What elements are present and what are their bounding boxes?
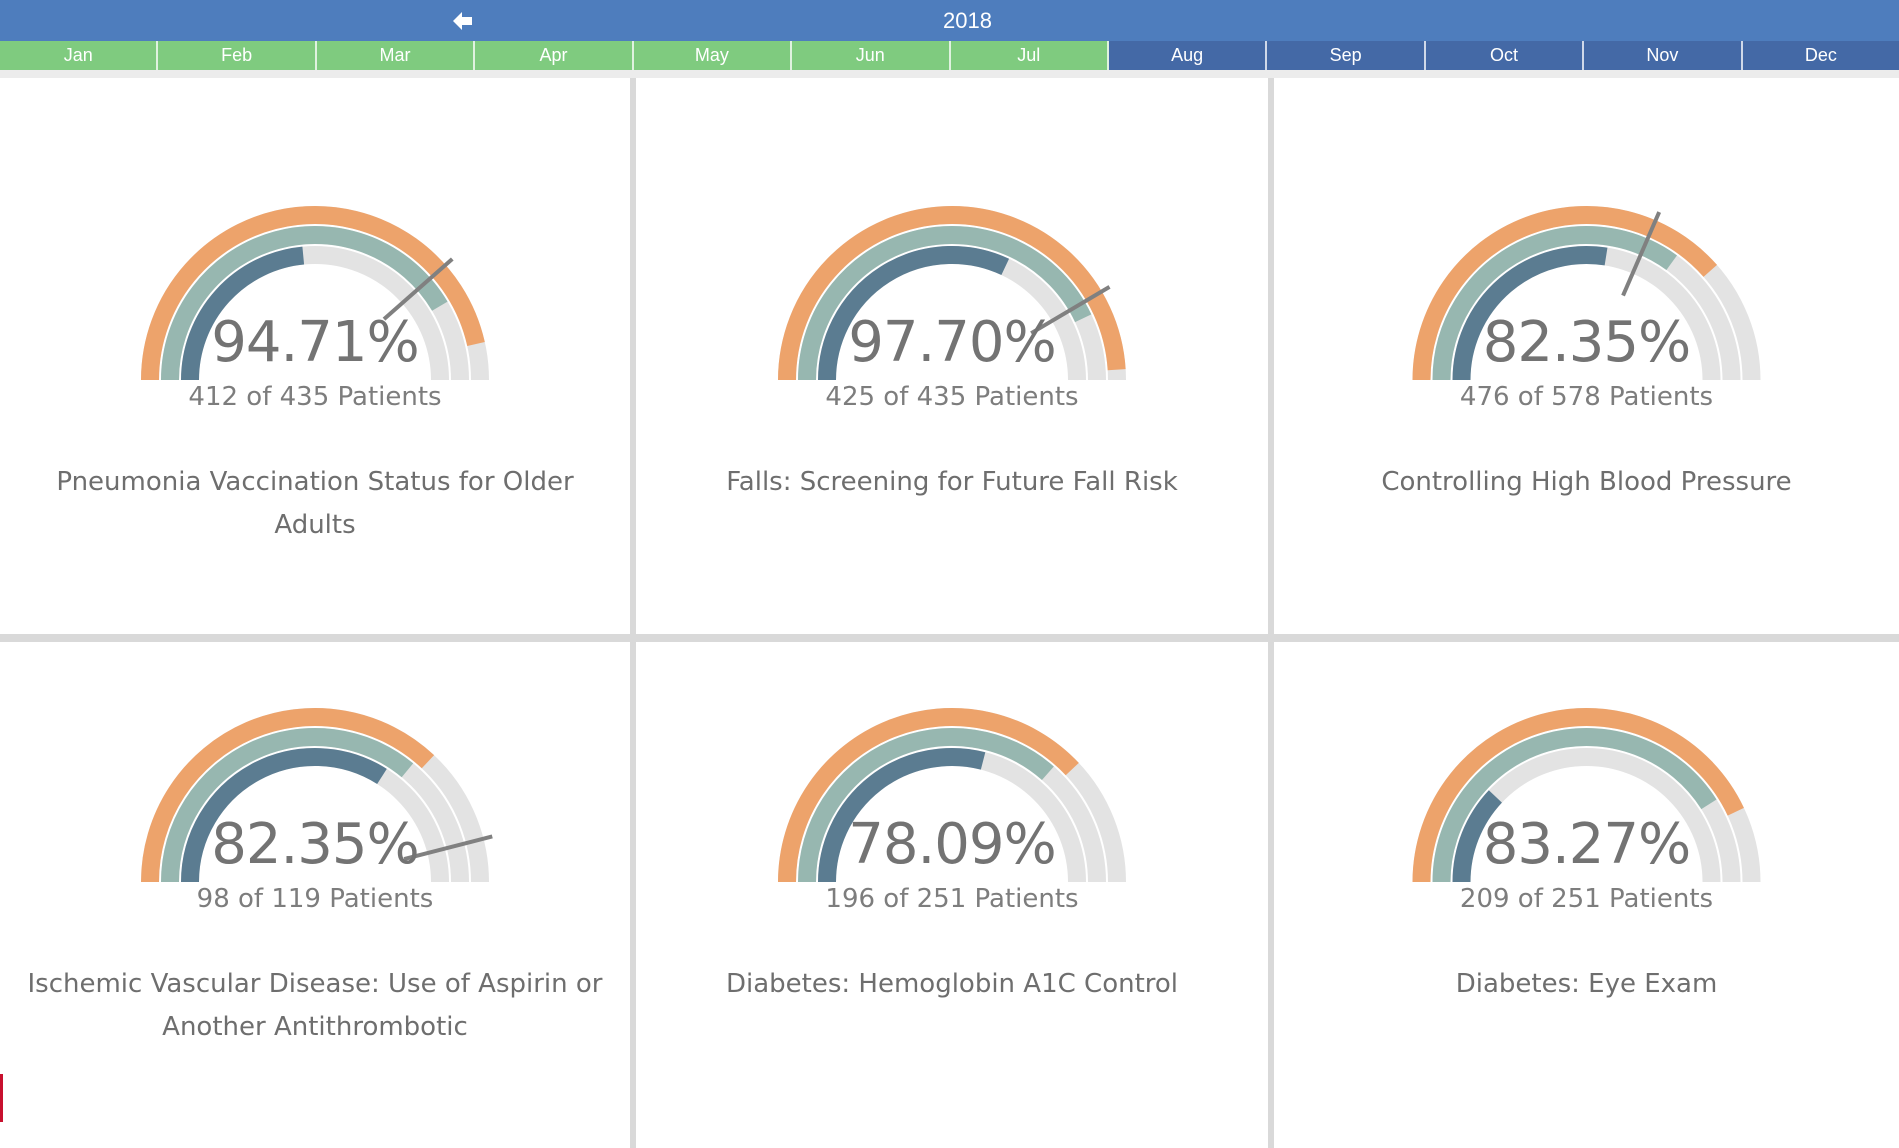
- month-aug[interactable]: Aug: [1108, 41, 1268, 70]
- measure-percentage: 82.35%: [1482, 310, 1692, 375]
- month-oct[interactable]: Oct: [1425, 41, 1585, 70]
- measure-percentage: 83.27%: [1482, 812, 1692, 877]
- measure-title: Falls: Screening for Future Fall Risk: [726, 467, 1178, 497]
- month-feb[interactable]: Feb: [158, 41, 317, 70]
- measure-tile[interactable]: 82.35% 98 of 119 Patients Ischemic Vascula…: [0, 642, 630, 1148]
- month-selector: Jan Feb Mar Apr May Jun Jul Aug Sep Oct Nov Dec: [0, 41, 1899, 70]
- month-jun[interactable]: Jun: [792, 41, 951, 70]
- month-jan[interactable]: Jan: [0, 41, 159, 70]
- measure-patient-count: 196 of 251 Patients: [825, 884, 1079, 914]
- measure-percentage: 97.70%: [848, 310, 1057, 375]
- measure-patient-count: 98 of 119 Patients: [196, 884, 434, 914]
- measure-tile[interactable]: 97.70% 425 of 435 Patients Falls: Screenin…: [636, 78, 1268, 634]
- month-sep[interactable]: Sep: [1267, 41, 1426, 70]
- month-jul[interactable]: Jul: [950, 41, 1109, 70]
- measure-patient-count: 425 of 435 Patients: [825, 382, 1079, 412]
- measure-title: Ischemic Vascular Disease: Use of Aspiri…: [27, 969, 603, 1042]
- measure-title: Diabetes: Eye Exam: [1455, 969, 1718, 999]
- measure-tile[interactable]: 82.35% 476 of 578 Patients Controlling Hig…: [1274, 78, 1899, 634]
- measure-title: Diabetes: Hemoglobin A1C Control: [725, 969, 1179, 999]
- month-mar[interactable]: Mar: [316, 41, 476, 70]
- month-dec[interactable]: Dec: [1742, 41, 1899, 70]
- measure-percentage: 94.71%: [211, 310, 420, 375]
- year-header: 2018: [0, 0, 1899, 41]
- measure-patient-count: 412 of 435 Patients: [188, 382, 442, 412]
- measure-grid: 94.71% 412 of 435 Patients Pneumonia Vacci…: [0, 78, 1899, 1148]
- measure-patient-count: 209 of 251 Patients: [1459, 884, 1714, 914]
- measure-title: Controlling High Blood Pressure: [1381, 467, 1792, 497]
- measure-tile[interactable]: 78.09% 196 of 251 Patients Diabetes: Hemog…: [636, 642, 1268, 1148]
- year-label: 2018: [943, 8, 992, 33]
- month-nov[interactable]: Nov: [1584, 41, 1743, 70]
- measure-patient-count: 476 of 578 Patients: [1459, 382, 1714, 412]
- month-bar-shadow: [0, 70, 1899, 78]
- measure-tile[interactable]: 94.71% 412 of 435 Patients Pneumonia Vacci…: [0, 78, 630, 634]
- measure-percentage: 82.35%: [211, 812, 420, 877]
- measure-title: Pneumonia Vaccination Status for Older A…: [56, 467, 574, 540]
- measure-percentage: 78.09%: [848, 812, 1057, 877]
- month-may[interactable]: May: [633, 41, 793, 70]
- side-indicator: [0, 1074, 3, 1122]
- month-apr[interactable]: Apr: [475, 41, 634, 70]
- measure-tile[interactable]: 83.27% 209 of 251 Patients Diabetes: Eye E…: [1274, 642, 1899, 1148]
